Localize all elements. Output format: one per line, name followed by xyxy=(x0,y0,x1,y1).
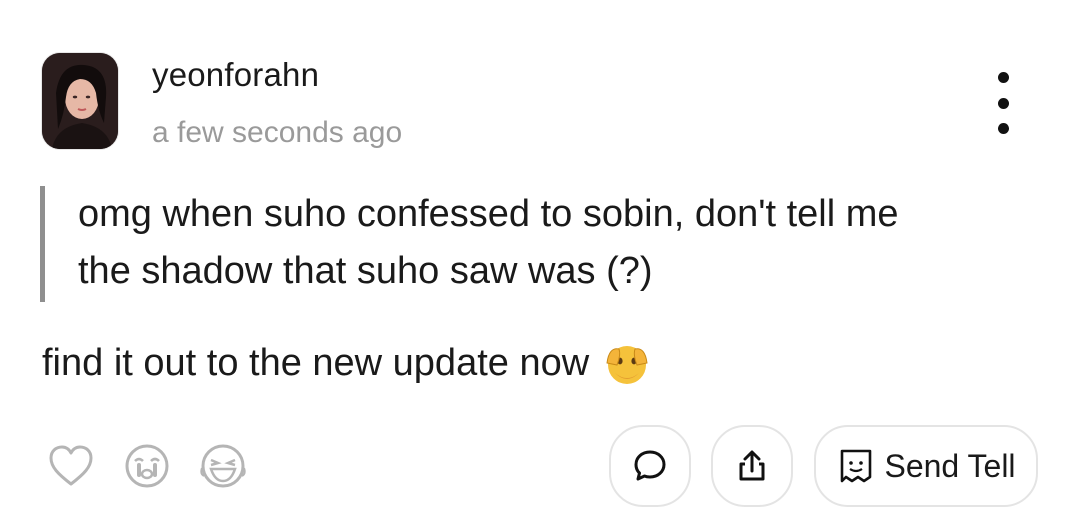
heart-icon xyxy=(49,445,93,486)
comment-button[interactable] xyxy=(609,425,691,507)
crying-face-icon xyxy=(125,444,169,488)
send-tell-label: Send Tell xyxy=(884,447,1016,484)
quoted-text: omg when suho confessed to sobin, don't … xyxy=(40,186,1080,302)
like-button[interactable] xyxy=(46,441,96,491)
share-upload-icon xyxy=(739,450,765,481)
quote-line: the shadow that suho saw was (?) xyxy=(78,250,653,292)
post-timestamp: a few seconds ago xyxy=(152,116,403,149)
share-button[interactable] xyxy=(711,425,793,507)
send-tell-button[interactable]: Send Tell xyxy=(814,425,1038,507)
quote-line: omg when suho confessed to sobin, don't … xyxy=(78,193,899,235)
username[interactable]: yeonforahn xyxy=(152,56,319,94)
profile-photo xyxy=(42,53,118,149)
vertical-ellipsis-icon xyxy=(997,72,1009,83)
face-with-open-eyes-and-hand-over-mouth-emoji xyxy=(606,346,648,384)
post-body-text: find it out to the new update now xyxy=(42,341,590,384)
envelope-note-icon xyxy=(841,449,872,483)
speech-bubble-icon xyxy=(634,450,666,481)
more-options-button[interactable] xyxy=(978,72,1028,134)
laugh-reaction-button[interactable] xyxy=(198,441,248,491)
cry-reaction-button[interactable] xyxy=(122,441,172,491)
laughing-face-icon xyxy=(200,444,246,488)
avatar[interactable] xyxy=(42,53,118,149)
post-body: find it out to the new update now xyxy=(42,339,651,387)
